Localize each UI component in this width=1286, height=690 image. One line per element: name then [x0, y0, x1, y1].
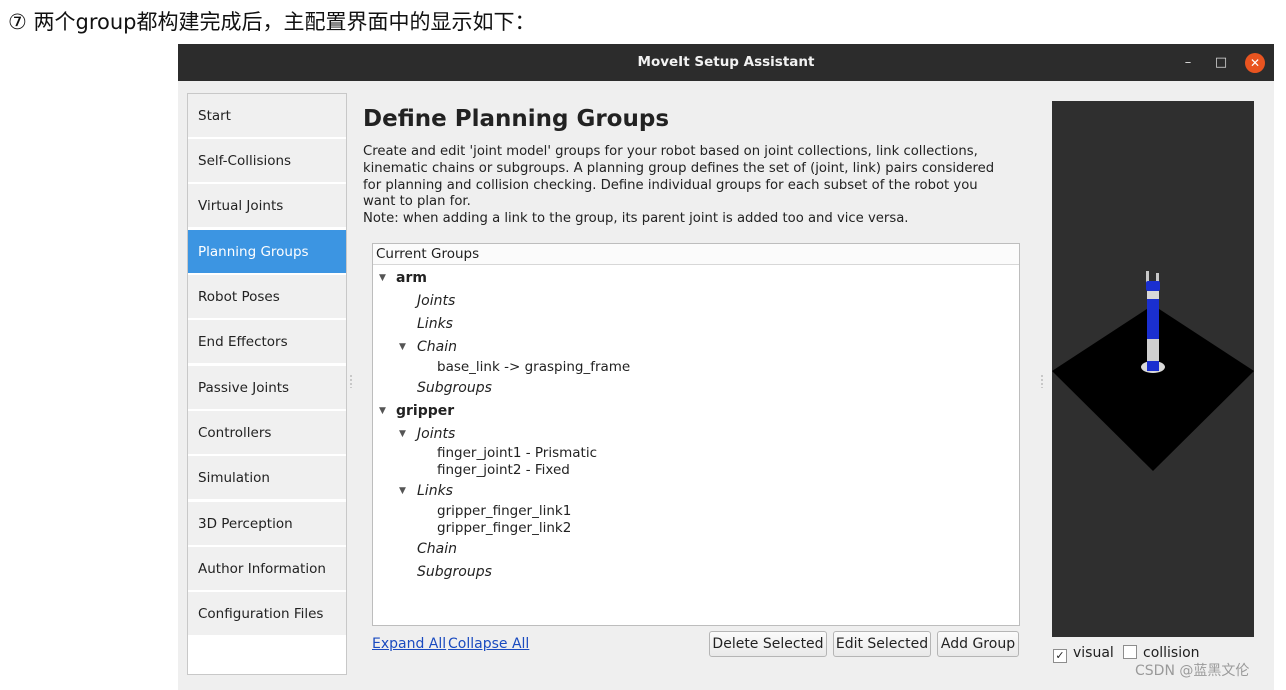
maximize-icon[interactable]: □: [1211, 53, 1231, 73]
wrist-link: [1146, 281, 1160, 291]
elbow-link: [1147, 339, 1159, 363]
expand-arrow-icon[interactable]: ▼: [379, 269, 386, 287]
sidebar-item-robot-poses[interactable]: Robot Poses: [188, 275, 346, 319]
add-group-button[interactable]: Add Group: [937, 631, 1019, 657]
sidebar-item-planning-groups[interactable]: Planning Groups: [188, 230, 346, 274]
page-description: Create and edit 'joint model' groups for…: [363, 144, 995, 227]
base-link: [1147, 361, 1159, 371]
window-title: MoveIt Setup Assistant: [637, 54, 815, 70]
sidebar-item-author-information[interactable]: Author Information: [188, 547, 346, 591]
robot-3d-viewport[interactable]: [1052, 101, 1254, 637]
caption-text: ⑦ 两个group都构建完成后，主配置界面中的显示如下：: [8, 10, 536, 34]
checkbox-checked-icon[interactable]: ✓: [1053, 649, 1067, 663]
sidebar-item-simulation[interactable]: Simulation: [188, 456, 346, 500]
tree-category[interactable]: Links: [417, 315, 453, 333]
sidebar-item-controllers[interactable]: Controllers: [188, 411, 346, 455]
visual-label: visual: [1073, 645, 1114, 661]
delete-selected-button[interactable]: Delete Selected: [709, 631, 827, 657]
sidebar-item-self-collisions[interactable]: Self-Collisions: [188, 139, 346, 183]
sidebar-item-start[interactable]: Start: [188, 94, 346, 138]
sidebar-item-virtual-joints[interactable]: Virtual Joints: [188, 184, 346, 228]
sidebar-nav: Start Self-Collisions Virtual Joints Pla…: [187, 93, 347, 675]
tree-category[interactable]: Subgroups: [417, 563, 492, 581]
tree-header: Current Groups: [373, 244, 1019, 265]
minimize-icon[interactable]: –: [1178, 53, 1198, 73]
tree-category[interactable]: Chain: [417, 338, 457, 356]
tree-category[interactable]: Links: [417, 482, 453, 500]
tree-group-gripper[interactable]: gripper: [396, 402, 454, 420]
right-splitter-handle[interactable]: [1041, 374, 1043, 388]
expand-arrow-icon[interactable]: ▼: [399, 425, 406, 443]
app-window: MoveIt Setup Assistant – □ ✕ Start Self-…: [178, 44, 1274, 690]
left-splitter-handle[interactable]: [350, 374, 352, 388]
collapse-all-link[interactable]: Collapse All: [448, 636, 529, 652]
sidebar-item-3d-perception[interactable]: 3D Perception: [188, 502, 346, 546]
expand-arrow-icon[interactable]: ▼: [399, 482, 406, 500]
tree-leaf[interactable]: gripper_finger_link2: [437, 519, 571, 537]
edit-selected-button[interactable]: Edit Selected: [833, 631, 931, 657]
tree-leaf[interactable]: finger_joint1 - Prismatic: [437, 444, 597, 462]
checkbox-unchecked-icon[interactable]: [1123, 645, 1137, 659]
tree-leaf[interactable]: finger_joint2 - Fixed: [437, 461, 570, 479]
expand-arrow-icon[interactable]: ▼: [399, 338, 406, 356]
title-bar: MoveIt Setup Assistant – □ ✕: [178, 44, 1274, 81]
close-icon[interactable]: ✕: [1245, 53, 1265, 73]
sidebar-item-end-effectors[interactable]: End Effectors: [188, 320, 346, 364]
groups-tree[interactable]: Current Groups ▼ arm Joints Links ▼ Chai…: [372, 243, 1020, 626]
tree-leaf[interactable]: base_link -> grasping_frame: [437, 358, 630, 376]
robot-scene-icon: [1052, 271, 1254, 471]
tree-category[interactable]: Chain: [417, 540, 457, 558]
expand-all-link[interactable]: Expand All: [372, 636, 446, 652]
expand-arrow-icon[interactable]: ▼: [379, 402, 386, 420]
tree-category[interactable]: Subgroups: [417, 379, 492, 397]
tree-leaf[interactable]: gripper_finger_link1: [437, 502, 571, 520]
visual-checkbox[interactable]: ✓ visual: [1053, 645, 1114, 663]
collision-checkbox[interactable]: collision: [1123, 645, 1200, 661]
upper-arm-link: [1147, 299, 1159, 339]
wrist-joint: [1147, 291, 1159, 299]
watermark: CSDN @蓝黑文伦: [1135, 663, 1250, 679]
tree-category[interactable]: Joints: [417, 292, 455, 310]
sidebar-item-configuration-files[interactable]: Configuration Files: [188, 592, 346, 636]
sidebar-item-passive-joints[interactable]: Passive Joints: [188, 366, 346, 410]
tree-category[interactable]: Joints: [417, 425, 455, 443]
tree-group-arm[interactable]: arm: [396, 269, 427, 287]
page-title: Define Planning Groups: [363, 106, 670, 132]
collision-label: collision: [1143, 645, 1200, 661]
